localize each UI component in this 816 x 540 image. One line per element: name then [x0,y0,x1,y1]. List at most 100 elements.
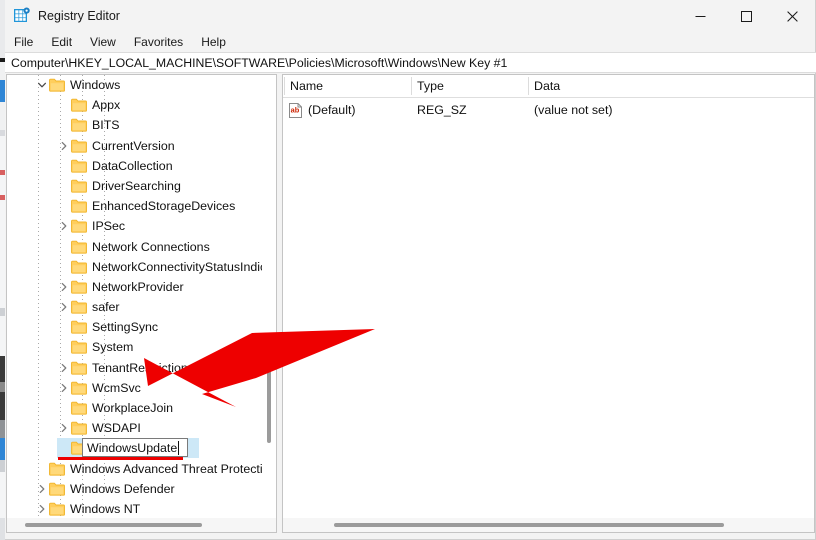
tree-node-label: Windows Defender [70,481,175,496]
tree-node[interactable]: Windows [7,75,275,95]
folder-icon [49,502,65,516]
rename-textbox[interactable]: WindowsUpdate [82,438,188,458]
tree-node-label: TenantRestrictions [92,360,194,375]
tree-node[interactable]: WorkplaceJoin [7,398,275,418]
folder-icon [71,320,87,334]
folder-icon [71,361,87,375]
chevron-right-icon[interactable] [57,216,71,236]
values-hscroll-thumb[interactable] [334,523,724,527]
tree-vertical-scrollbar[interactable] [262,75,276,518]
folder-icon [71,98,87,112]
tree-horizontal-scrollbar[interactable] [7,518,276,532]
chevron-right-icon[interactable] [57,358,71,378]
folder-icon [71,300,87,314]
folder-icon [71,381,87,395]
maximize-button[interactable] [723,0,769,32]
tree-node[interactable]: System [7,337,275,357]
tree-node[interactable]: DriverSearching [7,176,275,196]
menu-view[interactable]: View [90,32,125,52]
tree-node-label: Windows NT [70,501,141,516]
folder-icon [71,421,87,435]
tree-node-label: Windows [70,78,121,92]
chevron-right-icon[interactable] [57,378,71,398]
folder-icon [49,482,65,496]
registry-values-pane[interactable]: Name Type Data ab (Default) REG_SZ (valu… [282,74,815,533]
screen: Registry Editor File Edit View Favorites… [0,0,816,540]
svg-text:ab: ab [291,106,300,115]
tree-node-editing[interactable]: WindowsUpdate [7,438,275,459]
chevron-down-icon[interactable] [35,75,49,95]
chevron-right-icon[interactable] [57,418,71,438]
folder-icon [71,340,87,355]
menu-favorites[interactable]: Favorites [134,32,192,52]
tree-node[interactable]: SettingSync [7,317,275,337]
chevron-right-icon[interactable] [35,479,49,499]
tree-node-label: NetworkConnectivityStatusIndicator [92,259,277,274]
folder-icon [71,280,87,294]
folder-icon [71,159,87,173]
string-value-icon: ab [289,103,302,118]
tree-node-label: safer [92,300,120,315]
column-header-name[interactable]: Name [290,78,323,94]
registry-editor-icon [13,7,31,25]
registry-tree-pane[interactable]: Windows Appx BITS CurrentVersion DataCollect… [6,74,277,533]
tree-node[interactable]: IPSec [7,216,275,236]
chevron-right-icon[interactable] [57,277,71,297]
tree-node-label: WSDAPI [92,421,141,436]
menu-edit[interactable]: Edit [51,32,81,52]
tree-node[interactable]: Network Connections [7,237,275,257]
tree-vscroll-thumb[interactable] [267,333,271,443]
tree-node[interactable]: BITS [7,115,275,135]
folder-icon [49,78,65,92]
menu-help[interactable]: Help [201,32,235,52]
tree-node-label: WorkplaceJoin [92,401,174,415]
tree-node[interactable]: Windows Defender [7,479,275,499]
tree-node[interactable]: NetworkProvider [7,277,275,297]
red-underline-annotation [58,457,183,460]
close-button[interactable] [769,0,815,32]
folder-icon [71,260,87,274]
folder-icon [49,462,65,476]
tree-node[interactable]: Appx [7,95,275,115]
menu-file[interactable]: File [14,32,42,52]
tree-node-label: DriverSearching [92,178,181,193]
rename-textbox-value: WindowsUpdate [87,441,178,456]
tree-node-label: SettingSync [92,320,159,335]
folder-icon [71,179,87,193]
tree-node-label: DataCollection [92,158,173,173]
folder-icon [71,199,87,213]
tree-node[interactable]: DataCollection [7,156,275,176]
tree-node-label: System [92,340,134,355]
registry-editor-window: Registry Editor File Edit View Favorites… [5,0,816,540]
tree-node[interactable]: safer [7,297,275,317]
chevron-right-icon[interactable] [57,136,71,156]
tree-node[interactable]: EnhancedStorageDevices [7,196,275,216]
address-bar[interactable]: Computer\HKEY_LOCAL_MACHINE\SOFTWARE\Pol… [5,52,816,73]
title-bar: Registry Editor [5,0,815,32]
tree-node[interactable]: Windows NT [7,499,275,519]
tree-hscroll-thumb[interactable] [25,523,202,527]
menu-bar: File Edit View Favorites Help [5,32,815,52]
column-header-type[interactable]: Type [417,78,444,94]
tree-node-label: IPSec [92,219,126,234]
tree-node[interactable]: NetworkConnectivityStatusIndicator [7,257,277,277]
values-horizontal-scrollbar[interactable] [283,518,814,532]
tree-node-label: Windows Advanced Threat Protection [70,461,277,476]
chevron-right-icon[interactable] [57,297,71,317]
tree-node[interactable]: Windows Advanced Threat Protection [7,459,277,479]
tree-node[interactable]: TenantRestrictions [7,358,275,378]
table-row[interactable]: ab (Default) REG_SZ (value not set) [283,101,814,122]
tree-node[interactable]: WSDAPI [7,418,275,438]
tree-node[interactable]: CurrentVersion [7,136,275,156]
tree-node-label: Network Connections [92,239,210,254]
chevron-right-icon[interactable] [35,499,49,519]
minimize-button[interactable] [677,0,723,32]
column-header-data[interactable]: Data [534,78,560,94]
registry-tree: Windows Appx BITS CurrentVersion DataCollect… [7,75,277,532]
tree-node[interactable]: WcmSvc [7,378,275,398]
value-name: (Default) [308,103,356,117]
folder-icon [71,219,87,233]
folder-icon [71,401,87,415]
tree-node-label: Appx [92,98,121,113]
tree-node-label: WcmSvc [92,380,141,395]
